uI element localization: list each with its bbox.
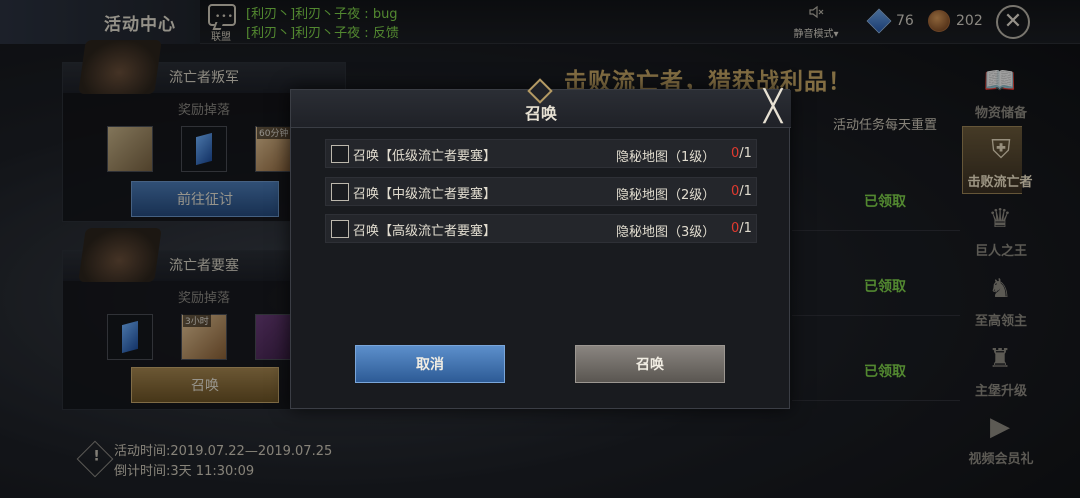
summon-option-row[interactable]: 召唤【低级流亡者要塞】 隐秘地图（1级） 0/1	[325, 139, 757, 168]
summon-option-map: 隐秘地图（3级）	[616, 225, 716, 240]
checkbox[interactable]	[331, 220, 349, 238]
summon-option-name: 召唤【中级流亡者要塞】	[353, 187, 497, 202]
summon-button[interactable]: 召唤	[575, 345, 725, 383]
summon-option-row[interactable]: 召唤【中级流亡者要塞】 隐秘地图（2级） 0/1	[325, 177, 757, 206]
summon-option-name: 召唤【高级流亡者要塞】	[353, 224, 497, 239]
summon-option-count: 0/1	[731, 184, 752, 199]
summon-dialog: 召唤 ╳ 召唤【低级流亡者要塞】 隐秘地图（1级） 0/1 召唤【中级流亡者要塞…	[290, 78, 791, 409]
summon-option-map: 隐秘地图（1级）	[616, 150, 716, 165]
checkbox[interactable]	[331, 183, 349, 201]
dialog-title: 召唤	[524, 104, 557, 123]
dialog-header: 召唤 ╳	[291, 78, 791, 128]
summon-option-name: 召唤【低级流亡者要塞】	[353, 149, 497, 164]
cancel-button[interactable]: 取消	[355, 345, 505, 383]
summon-option-count: 0/1	[731, 221, 752, 236]
checkbox[interactable]	[331, 145, 349, 163]
summon-option-row[interactable]: 召唤【高级流亡者要塞】 隐秘地图（3级） 0/1	[325, 214, 757, 243]
summon-option-count: 0/1	[731, 146, 752, 161]
close-icon[interactable]: ╳	[759, 92, 787, 122]
summon-option-map: 隐秘地图（2级）	[616, 188, 716, 203]
